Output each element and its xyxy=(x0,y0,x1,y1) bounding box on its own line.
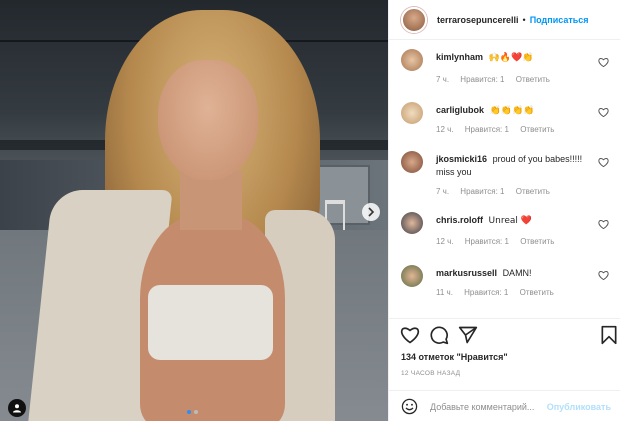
comment-text: 🙌🔥❤️👏 xyxy=(488,53,534,63)
comment-time[interactable]: 11 ч. xyxy=(436,288,453,297)
reply-button[interactable]: Ответить xyxy=(516,75,550,84)
comment-time[interactable]: 7 ч. xyxy=(436,187,449,196)
send-icon[interactable] xyxy=(458,325,480,347)
bookmark-icon[interactable] xyxy=(599,325,620,347)
post-sidebar: terrarosepuncerelli • Подписаться kimlyn… xyxy=(388,0,620,421)
publish-button[interactable]: Опубликовать xyxy=(547,402,611,412)
commenter-avatar[interactable] xyxy=(401,212,423,234)
reply-button[interactable]: Ответить xyxy=(520,237,554,246)
heart-icon[interactable] xyxy=(598,57,610,69)
comments-list[interactable]: kimlynham 🙌🔥❤️👏 7 ч. Нравится: 1 Ответит… xyxy=(389,41,620,316)
comment-item: carliglubok 👏👏👏👏 12 ч. Нравится: 1 Ответ… xyxy=(389,96,620,146)
comment-input[interactable]: Добавьте комментарий... xyxy=(430,402,534,412)
heart-icon[interactable] xyxy=(598,219,610,231)
comment-like-count[interactable]: Нравится: 1 xyxy=(464,288,508,297)
post-timestamp[interactable]: 12 ЧАСОВ НАЗАД xyxy=(401,370,460,377)
comment-username[interactable]: carliglubok xyxy=(436,105,484,115)
comment-like-count[interactable]: Нравится: 1 xyxy=(460,187,504,196)
reply-button[interactable]: Ответить xyxy=(520,125,554,134)
commenter-avatar[interactable] xyxy=(401,151,423,173)
comment-username[interactable]: markusrussell xyxy=(436,268,497,278)
comment-icon[interactable] xyxy=(429,325,451,347)
comment-item: jkosmicki16 proud of you babes!!!!! miss… xyxy=(389,145,620,205)
carousel-indicator xyxy=(187,410,198,414)
carousel-dot-active xyxy=(187,410,191,414)
comment-username[interactable]: chris.roloff xyxy=(436,215,483,225)
post-photo[interactable] xyxy=(0,0,388,421)
comment-time[interactable]: 12 ч. xyxy=(436,125,454,134)
comment-time[interactable]: 12 ч. xyxy=(436,237,454,246)
chevron-right-icon[interactable] xyxy=(362,203,380,221)
comment-like-count[interactable]: Нравится: 1 xyxy=(465,125,509,134)
post-actions xyxy=(389,318,620,352)
comment-text: DAMN! xyxy=(502,268,532,278)
commenter-avatar[interactable] xyxy=(401,49,423,71)
heart-icon[interactable] xyxy=(598,107,610,119)
emoji-icon[interactable] xyxy=(401,398,418,415)
author-username[interactable]: terrarosepuncerelli xyxy=(437,15,519,25)
carousel-dot xyxy=(194,410,198,414)
add-comment-bar: Добавьте комментарий... Опубликовать xyxy=(389,390,620,421)
header-separator: • xyxy=(522,14,526,25)
comment-time[interactable]: 7 ч. xyxy=(436,75,449,84)
likes-count[interactable]: 134 отметок "Нравится" xyxy=(401,352,508,362)
heart-icon[interactable] xyxy=(400,325,422,347)
reply-button[interactable]: Ответить xyxy=(520,288,554,297)
comment-text: Unreal ❤️ xyxy=(488,216,532,226)
person-tag-icon[interactable] xyxy=(8,399,26,417)
commenter-avatar[interactable] xyxy=(401,102,423,124)
follow-button[interactable]: Подписаться xyxy=(530,15,589,25)
author-avatar[interactable] xyxy=(401,6,427,33)
heart-icon[interactable] xyxy=(598,270,610,282)
commenter-avatar[interactable] xyxy=(401,265,423,287)
post-header: terrarosepuncerelli • Подписаться xyxy=(389,0,620,40)
comment-item: kimlynham 🙌🔥❤️👏 7 ч. Нравится: 1 Ответит… xyxy=(389,43,620,93)
comment-item: markusrussell DAMN! 11 ч. Нравится: 1 От… xyxy=(389,259,620,309)
comment-item: chris.roloff Unreal ❤️ 12 ч. Нравится: 1… xyxy=(389,206,620,256)
comment-username[interactable]: kimlynham xyxy=(436,52,483,62)
photo-subject-face xyxy=(158,60,258,180)
comment-like-count[interactable]: Нравится: 1 xyxy=(460,75,504,84)
heart-icon[interactable] xyxy=(598,157,610,169)
comment-text: 👏👏👏👏 xyxy=(489,106,535,116)
reply-button[interactable]: Ответить xyxy=(516,187,550,196)
comment-username[interactable]: jkosmicki16 xyxy=(436,154,487,164)
comment-like-count[interactable]: Нравится: 1 xyxy=(465,237,509,246)
